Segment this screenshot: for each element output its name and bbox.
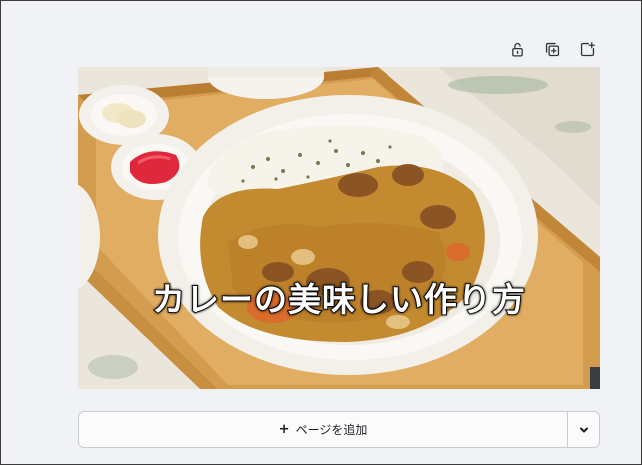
add-page-icon <box>580 41 595 56</box>
page-actions-toolbar <box>507 39 597 59</box>
design-canvas-page[interactable]: カレーの美味しい作り方 <box>78 67 600 389</box>
duplicate-page-button[interactable] <box>542 39 562 59</box>
lock-open-icon <box>511 42 523 57</box>
editor-window: カレーの美味しい作り方 + ページを追加 <box>0 0 642 465</box>
canvas-title-text[interactable]: カレーの美味しい作り方 <box>78 273 600 321</box>
plus-icon: + <box>278 422 290 437</box>
add-page-label: ページを追加 <box>295 423 368 437</box>
duplicate-page-icon <box>545 42 559 56</box>
add-page-main-button[interactable]: + ページを追加 <box>79 412 567 447</box>
curry-photo <box>78 67 600 389</box>
chevron-down-icon <box>579 427 588 432</box>
add-page-bar: + ページを追加 <box>78 411 600 448</box>
unlock-button[interactable] <box>507 39 527 59</box>
add-page-dropdown-button[interactable] <box>567 412 599 447</box>
add-page-button[interactable] <box>577 39 597 59</box>
